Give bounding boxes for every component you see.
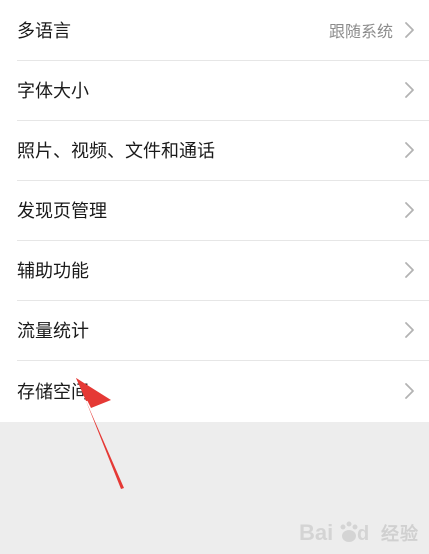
svg-text:Bai: Bai xyxy=(299,520,333,545)
settings-item-label: 辅助功能 xyxy=(17,261,89,282)
settings-list: 多语言 跟随系统 字体大小 照片、视频、文件和通话 发现页管理 辅助功能 流量统… xyxy=(0,0,429,422)
settings-item-traffic[interactable]: 流量统计 xyxy=(0,300,429,360)
chevron-right-icon xyxy=(405,322,414,338)
chevron-right-icon xyxy=(405,202,414,218)
chevron-right-icon xyxy=(405,383,414,399)
settings-item-accessibility[interactable]: 辅助功能 xyxy=(0,240,429,300)
settings-item-label: 存储空间 xyxy=(17,382,89,403)
chevron-right-icon xyxy=(405,82,414,98)
settings-item-value: 跟随系统 xyxy=(328,22,393,41)
settings-item-label: 发现页管理 xyxy=(17,201,107,222)
settings-item-label: 字体大小 xyxy=(17,81,89,102)
chevron-right-icon xyxy=(405,22,414,38)
settings-item-label: 流量统计 xyxy=(17,321,89,342)
baidu-logo-icon: Bai d xyxy=(299,520,369,545)
chevron-right-icon xyxy=(405,142,414,158)
settings-item-label: 照片、视频、文件和通话 xyxy=(17,141,215,162)
settings-item-label: 多语言 xyxy=(17,21,71,42)
settings-item-language[interactable]: 多语言 跟随系统 xyxy=(0,0,429,60)
chevron-right-icon xyxy=(405,262,414,278)
watermark-text: 经验 xyxy=(381,524,419,545)
settings-item-font-size[interactable]: 字体大小 xyxy=(0,60,429,120)
svg-text:d: d xyxy=(357,523,369,545)
settings-item-storage[interactable]: 存储空间 xyxy=(0,360,429,422)
watermark: Bai d 经验 xyxy=(299,518,419,548)
settings-item-media[interactable]: 照片、视频、文件和通话 xyxy=(0,120,429,180)
settings-item-discover[interactable]: 发现页管理 xyxy=(0,180,429,240)
